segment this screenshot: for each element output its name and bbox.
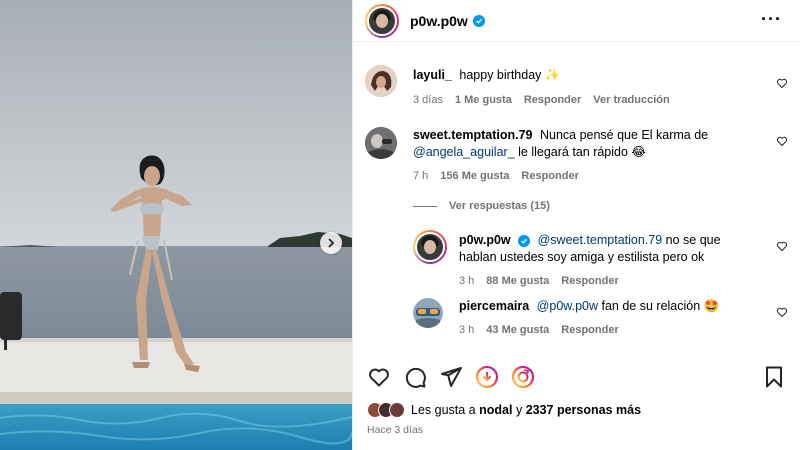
reply-meta: 3 h 43 Me gusta Responder xyxy=(459,322,760,339)
comment-username[interactable]: sweet.temptation.79 xyxy=(413,128,532,142)
like-icon[interactable] xyxy=(367,365,391,389)
reply-text: fan de su relación xyxy=(601,299,701,313)
reply-button[interactable]: Responder xyxy=(561,322,618,339)
author-username[interactable]: p0w.p0w xyxy=(410,13,485,29)
liker-avatar[interactable] xyxy=(389,402,405,418)
like-heart-icon[interactable] xyxy=(776,306,788,318)
likes-user[interactable]: nodal xyxy=(479,403,512,417)
reply-username[interactable]: p0w.p0w xyxy=(459,233,511,247)
likes-summary: Les gusta a nodal y 2337 personas más xyxy=(367,402,641,418)
reply-time[interactable]: 3 h xyxy=(459,273,474,290)
commenter-avatar[interactable] xyxy=(365,127,397,159)
comment-likes[interactable]: 1 Me gusta xyxy=(455,92,512,109)
likes-count[interactable]: 2337 personas más xyxy=(526,403,641,417)
reply-avatar[interactable] xyxy=(413,230,447,264)
reply-meta: 3 h 88 Me gusta Responder xyxy=(459,273,760,290)
replies-divider xyxy=(413,205,437,207)
translate-button[interactable]: Ver traducción xyxy=(593,92,669,109)
comment-text-cont: le llegará tan rápido xyxy=(518,145,628,159)
more-options-icon[interactable]: ··· xyxy=(761,10,782,28)
view-replies-button[interactable]: Ver respuestas (15) xyxy=(413,200,550,212)
share-icon[interactable] xyxy=(439,365,463,389)
commenter-avatar[interactable] xyxy=(365,65,397,97)
reply-button[interactable]: Responder xyxy=(524,92,581,109)
likes-text: Les gusta a nodal y 2337 personas más xyxy=(411,403,641,417)
post-header: p0w.p0w ··· xyxy=(353,0,800,42)
author-username-text[interactable]: p0w.p0w xyxy=(410,13,468,29)
comment-body: sweet.temptation.79 Nunca pensé que El k… xyxy=(413,127,760,185)
like-heart-icon[interactable] xyxy=(776,135,788,147)
comment-text: happy birthday xyxy=(459,68,542,82)
comment-username[interactable]: layuli_ xyxy=(413,68,452,82)
reels-remix-icon[interactable] xyxy=(475,365,499,389)
likes-prefix: Les gusta a xyxy=(411,403,476,417)
reply-emoji: 🤩 xyxy=(703,299,720,313)
remix-icon[interactable] xyxy=(511,365,535,389)
comment-likes[interactable]: 156 Me gusta xyxy=(440,168,509,185)
comment-text: Nunca pensé que El karma de xyxy=(539,128,709,142)
view-replies-label[interactable]: Ver respuestas (15) xyxy=(449,200,550,212)
reply-body: piercemaira @p0w.p0w fan de su relación … xyxy=(459,298,760,339)
comment-body: layuli_ happy birthday ✨ 3 días 1 Me gus… xyxy=(413,67,760,109)
post-photo[interactable] xyxy=(0,0,352,450)
like-heart-icon[interactable] xyxy=(776,77,788,89)
comment-mention[interactable]: @angela_aguilar_ xyxy=(413,145,515,159)
comment-emoji: 😂 xyxy=(631,145,647,159)
reply-body: p0w.p0w @sweet.temptation.79 no se que h… xyxy=(459,232,760,290)
reply-mention[interactable]: @p0w.p0w xyxy=(537,299,598,313)
post-date[interactable]: Hace 3 días xyxy=(367,424,423,436)
verified-badge-icon xyxy=(518,235,531,247)
reply-time[interactable]: 3 h xyxy=(459,322,474,339)
save-bookmark-icon[interactable] xyxy=(762,365,786,389)
next-photo-button[interactable] xyxy=(320,232,342,254)
chevron-right-icon xyxy=(328,238,335,248)
comment-emoji: ✨ xyxy=(544,68,561,82)
reply-username[interactable]: piercemaira xyxy=(459,299,529,313)
comment-meta: 3 días 1 Me gusta Responder Ver traducci… xyxy=(413,92,760,109)
comment-icon[interactable] xyxy=(403,365,427,389)
reply-avatar[interactable] xyxy=(413,298,443,328)
comment-time[interactable]: 3 días xyxy=(413,92,443,109)
like-heart-icon[interactable] xyxy=(776,240,788,252)
reply-button[interactable]: Responder xyxy=(561,273,618,290)
photo-scene xyxy=(0,0,352,450)
reply-button[interactable]: Responder xyxy=(521,168,578,185)
post-panel: p0w.p0w ··· layuli_ happy birthday ✨ 3 d… xyxy=(352,0,800,450)
comment-meta: 7 h 156 Me gusta Responder xyxy=(413,168,760,185)
reply-likes[interactable]: 43 Me gusta xyxy=(486,322,549,339)
comment-time[interactable]: 7 h xyxy=(413,168,428,185)
reply-likes[interactable]: 88 Me gusta xyxy=(486,273,549,290)
verified-badge-icon xyxy=(472,14,485,27)
post-actions xyxy=(367,358,786,394)
comments-list: layuli_ happy birthday ✨ 3 días 1 Me gus… xyxy=(353,43,800,348)
reply-mention[interactable]: @sweet.temptation.79 xyxy=(538,233,663,247)
author-avatar[interactable] xyxy=(365,3,399,38)
likes-middle: y xyxy=(515,403,523,417)
